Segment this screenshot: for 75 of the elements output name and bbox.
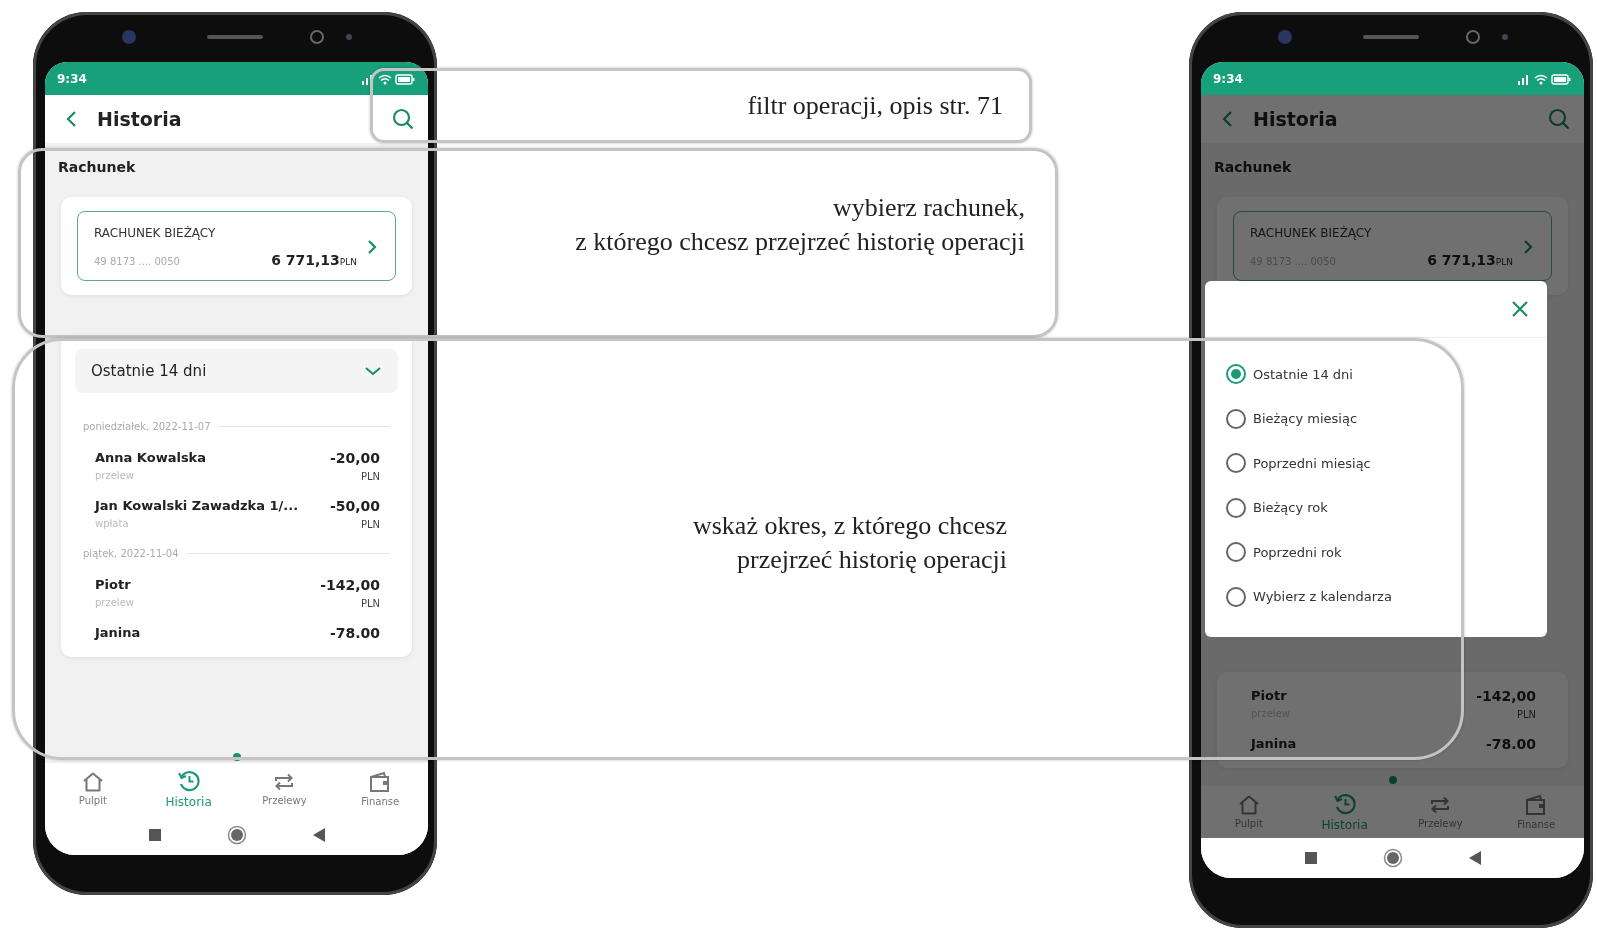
transaction-amount: -78.00 xyxy=(1485,736,1536,752)
section-label: Rachunek xyxy=(58,159,137,175)
house-icon xyxy=(1237,795,1260,815)
period-option[interactable]: Bieżący rok xyxy=(1205,485,1547,530)
nav-tab[interactable]: Pulpit xyxy=(52,772,133,806)
transfer-arrows-icon xyxy=(273,772,296,792)
home-circle-icon[interactable] xyxy=(226,825,247,845)
nav-tab[interactable]: Finanse xyxy=(340,771,421,807)
nav-tab[interactable]: Historia xyxy=(148,769,229,809)
screen-title: Historia xyxy=(1253,108,1339,130)
history-icon xyxy=(1332,792,1357,815)
status-time: 9:34 xyxy=(1213,71,1243,86)
date-heading: piątek, 2022-11-04 xyxy=(83,548,179,559)
transaction-type: przelew xyxy=(95,597,134,608)
transaction-row[interactable]: Janina -78.00 xyxy=(75,619,398,651)
callout-text: wybierz rachunek, z którego chcesz przejrzeć historię operacji xyxy=(575,192,1025,258)
period-dropdown[interactable]: Ostatnie 14 dni xyxy=(75,349,398,393)
transaction-currency: PLN xyxy=(360,471,380,482)
house-icon xyxy=(81,772,104,792)
date-heading: poniedziałek, 2022-11-07 xyxy=(83,421,211,432)
back-icon[interactable] xyxy=(1221,110,1233,128)
transaction-amount: -142,00 xyxy=(1476,688,1536,704)
transaction-type: przelew xyxy=(95,470,135,481)
page-indicator-dot xyxy=(1388,776,1397,784)
account-number: 49 8173 .... 0050 xyxy=(94,256,180,267)
transaction-name: Anna Kowalska xyxy=(95,450,207,465)
transaction-name: Piotr xyxy=(1251,688,1288,703)
transaction-currency: PLN xyxy=(360,598,380,609)
back-icon[interactable] xyxy=(65,110,77,128)
callout-text: filtr operacji, opis str. 71 xyxy=(747,90,1003,121)
square-icon[interactable] xyxy=(1304,852,1317,864)
period-option[interactable]: Poprzedni miesiąc xyxy=(1205,441,1547,486)
screen-title: Historia xyxy=(97,108,183,130)
period-option[interactable]: Ostatnie 14 dni xyxy=(1205,352,1547,397)
transaction-currency: PLN xyxy=(360,519,380,530)
chevron-down-icon xyxy=(364,366,382,376)
chevron-right-icon xyxy=(367,239,377,255)
transaction-name: Jan Kowalski Zawadzka 1/... xyxy=(95,498,299,513)
transaction-currency: PLN xyxy=(1516,709,1536,720)
period-option[interactable]: Poprzedni rok xyxy=(1205,530,1547,575)
back-triangle-icon[interactable] xyxy=(312,828,325,842)
transaction-name: Janina xyxy=(1251,736,1297,751)
search-icon[interactable] xyxy=(1548,108,1570,130)
account-balance: 6 771,13PLN xyxy=(271,252,357,268)
account-name: RACHUNEK BIEŻĄCY xyxy=(1250,226,1373,240)
transaction-amount: -142,00 xyxy=(320,577,380,593)
transfer-arrows-icon xyxy=(1429,795,1452,815)
status-icons xyxy=(1516,72,1572,85)
transaction-name: Piotr xyxy=(95,577,132,592)
account-balance: 6 771,13PLN xyxy=(1427,252,1513,268)
transaction-row[interactable]: Jan Kowalski Zawadzka 1/... wpłata -50,00 PLN xyxy=(75,492,398,540)
transaction-type: wpłata xyxy=(95,518,130,529)
status-icons xyxy=(360,72,416,85)
back-triangle-icon[interactable] xyxy=(1468,851,1481,865)
account-selector[interactable]: RACHUNEK BIEŻĄCY 49 8173 .... 0050 6 771,13PLN xyxy=(77,211,396,281)
transaction-row[interactable]: Piotr przelew -142,00 PLN xyxy=(75,571,398,619)
home-circle-icon[interactable] xyxy=(1382,848,1403,868)
transaction-amount: -20,00 xyxy=(329,450,380,466)
transaction-row[interactable]: Janina -78.00 xyxy=(1231,730,1554,762)
section-label: Rachunek xyxy=(1214,159,1293,175)
transaction-amount: -50,00 xyxy=(329,498,380,514)
search-icon[interactable] xyxy=(392,108,414,130)
square-icon[interactable] xyxy=(148,829,161,841)
nav-tab[interactable]: Przelewy xyxy=(244,772,325,806)
transaction-name: Janina xyxy=(95,625,141,640)
period-option[interactable]: Wybierz z kalendarza xyxy=(1205,574,1547,619)
chevron-right-icon xyxy=(1523,239,1533,255)
callout-text: wskaż okres, z którego chcesz przejrzeć historię operacji xyxy=(692,510,1007,576)
close-icon[interactable] xyxy=(1511,300,1529,318)
period-option[interactable]: Bieżący miesiąc xyxy=(1205,396,1547,441)
history-icon xyxy=(176,769,201,792)
transaction-row[interactable]: Anna Kowalska przelew -20,00 PLN xyxy=(75,444,398,492)
status-time: 9:34 xyxy=(57,71,87,86)
transaction-amount: -78.00 xyxy=(329,625,380,641)
account-name: RACHUNEK BIEŻĄCY xyxy=(94,226,217,240)
